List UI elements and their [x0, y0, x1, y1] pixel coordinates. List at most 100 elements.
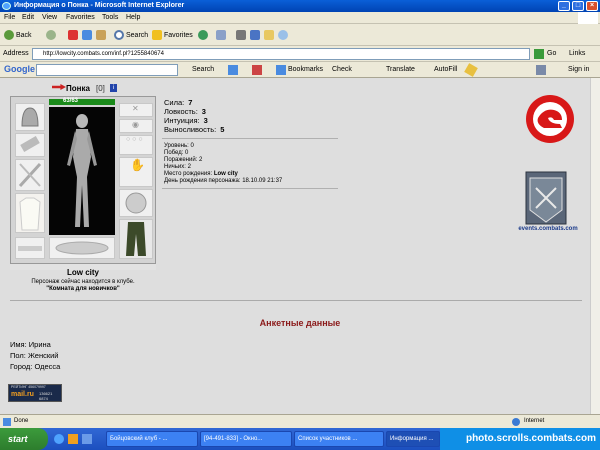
- menu-help[interactable]: Help: [126, 14, 140, 21]
- mail-icon: [216, 30, 226, 40]
- close-button[interactable]: ×: [586, 1, 598, 11]
- earrings-slot[interactable]: ✕: [119, 103, 153, 117]
- events-emblem-icon[interactable]: [518, 170, 574, 230]
- forward-button[interactable]: [46, 30, 56, 40]
- links-button[interactable]: Links: [569, 50, 585, 57]
- belt-slot[interactable]: [15, 237, 45, 259]
- profile-city: Город: Одесса: [10, 362, 61, 371]
- stat-intuition: Интуиция: 3: [164, 116, 208, 125]
- window-titlebar: Информация о Понка - Microsoft Internet …: [0, 0, 600, 12]
- page-icon: [3, 418, 11, 426]
- character-name[interactable]: Понка: [66, 84, 90, 93]
- vertical-scrollbar[interactable]: [590, 78, 600, 414]
- autofill-button[interactable]: AutoFill: [434, 66, 457, 73]
- weapon-slot[interactable]: [15, 159, 45, 191]
- emblem-icon: [55, 241, 109, 255]
- bookmarks-button[interactable]: Bookmarks: [288, 66, 323, 73]
- home-button[interactable]: [96, 30, 106, 40]
- detail-level: Уровень: 0: [164, 143, 194, 149]
- stop-icon: [68, 30, 78, 40]
- toolbar: Back Search Favorites: [0, 24, 600, 46]
- start-button[interactable]: start: [0, 428, 48, 450]
- mailru-counter[interactable]: РЕЙТИНГ 456079997 mail.ru 136621 6874: [8, 384, 62, 402]
- location-text: Персонаж сейчас находится в клубе.: [31, 279, 135, 285]
- counter-rating: РЕЙТИНГ 456079997: [11, 385, 46, 389]
- sword-icon: [18, 162, 42, 188]
- menu-edit[interactable]: Edit: [22, 14, 34, 21]
- task-window[interactable]: [94-491-833] - Окно...: [200, 431, 292, 447]
- pencil-icon[interactable]: [464, 63, 478, 77]
- refresh-button[interactable]: [82, 30, 92, 40]
- detail-losses: Поражений: 2: [164, 157, 203, 163]
- bracers-icon: [20, 136, 40, 152]
- detail-birthplace: Место рождения: Low city: [164, 171, 238, 177]
- go-arrow-icon[interactable]: [534, 49, 544, 59]
- task-participants[interactable]: Список участников ...: [294, 431, 384, 447]
- detail-birthday: День рождения персонажа: 18.10.09 21:37: [164, 178, 283, 184]
- events-link[interactable]: events.combats.com: [508, 226, 588, 232]
- menu-favorites[interactable]: Favorites: [66, 14, 95, 21]
- messenger-button[interactable]: [278, 30, 288, 40]
- favorites-button[interactable]: Favorites: [152, 30, 193, 40]
- watermark: photo.scrolls.combats.com: [465, 433, 596, 444]
- back-label: Back: [16, 31, 32, 39]
- ie-quicklaunch-icon[interactable]: [54, 434, 64, 444]
- refresh-icon: [82, 30, 92, 40]
- gloves-slot[interactable]: ✋: [119, 157, 153, 187]
- firefox-quicklaunch-icon[interactable]: [68, 434, 78, 444]
- stat-value: 3: [203, 116, 208, 125]
- amulet-icon: ◉: [132, 120, 139, 129]
- wrench-icon[interactable]: [536, 65, 546, 75]
- hp-value: 63/63: [63, 98, 79, 104]
- messenger-icon: [278, 30, 288, 40]
- go-button[interactable]: Go: [547, 50, 556, 57]
- gloves-icon: ✋: [130, 158, 145, 172]
- minimize-button[interactable]: _: [558, 1, 570, 11]
- address-url: http://lowcity.combats.com/inf.pl?125584…: [43, 51, 164, 57]
- search-button[interactable]: Search: [114, 30, 148, 40]
- shirt-slot[interactable]: [15, 193, 45, 233]
- folder-button[interactable]: [264, 30, 274, 40]
- rings-slot[interactable]: ○ ○ ○: [119, 135, 153, 155]
- menu-view[interactable]: View: [42, 14, 57, 21]
- bookmark-star-icon[interactable]: [276, 65, 286, 75]
- amulet-slot[interactable]: ◉: [119, 119, 153, 133]
- word-icon: [250, 30, 260, 40]
- translate-button[interactable]: Translate: [386, 66, 415, 73]
- edit-button[interactable]: [250, 30, 260, 40]
- room-name: "Комната для новичков": [46, 286, 120, 292]
- google-search-button[interactable]: Search: [192, 66, 214, 73]
- bracers-slot[interactable]: [15, 133, 45, 157]
- maximize-button[interactable]: □: [572, 1, 584, 11]
- stop-button[interactable]: [68, 30, 78, 40]
- mail-button[interactable]: [216, 30, 226, 40]
- folder-icon: [264, 30, 274, 40]
- info-icon[interactable]: i: [110, 84, 117, 92]
- back-button[interactable]: Back: [4, 30, 32, 40]
- helmet-slot[interactable]: [15, 103, 45, 131]
- plus-icon[interactable]: [228, 65, 238, 75]
- popup-blocker-icon[interactable]: [252, 65, 262, 75]
- pants-slot[interactable]: [119, 219, 153, 259]
- media-button[interactable]: [198, 30, 208, 40]
- shield-slot[interactable]: [119, 189, 153, 217]
- taskbar: start Бойцовский клуб - ... [94-491-833]…: [0, 428, 600, 450]
- google-search-input[interactable]: [36, 64, 178, 76]
- home-icon: [96, 30, 106, 40]
- system-tray: photo.scrolls.combats.com: [440, 428, 600, 450]
- counter-value-2: 6874: [39, 396, 48, 401]
- stat-value: 7: [188, 98, 193, 107]
- address-input[interactable]: http://lowcity.combats.com/inf.pl?125584…: [32, 48, 530, 60]
- task-info[interactable]: Информация ...: [386, 431, 440, 447]
- search-icon: [114, 30, 124, 40]
- spellcheck-button[interactable]: Check: [332, 66, 352, 73]
- combats-logo-icon[interactable]: [520, 94, 580, 144]
- task-fightclub[interactable]: Бойцовский клуб - ...: [106, 431, 198, 447]
- detail-wins: Побед: 0: [164, 150, 189, 156]
- weapon-ornament-slot[interactable]: [49, 237, 115, 259]
- desktop-quicklaunch-icon[interactable]: [82, 434, 92, 444]
- menu-tools[interactable]: Tools: [102, 14, 118, 21]
- menu-file[interactable]: File: [4, 14, 15, 21]
- print-button[interactable]: [236, 30, 246, 40]
- signin-button[interactable]: Sign in: [568, 66, 589, 73]
